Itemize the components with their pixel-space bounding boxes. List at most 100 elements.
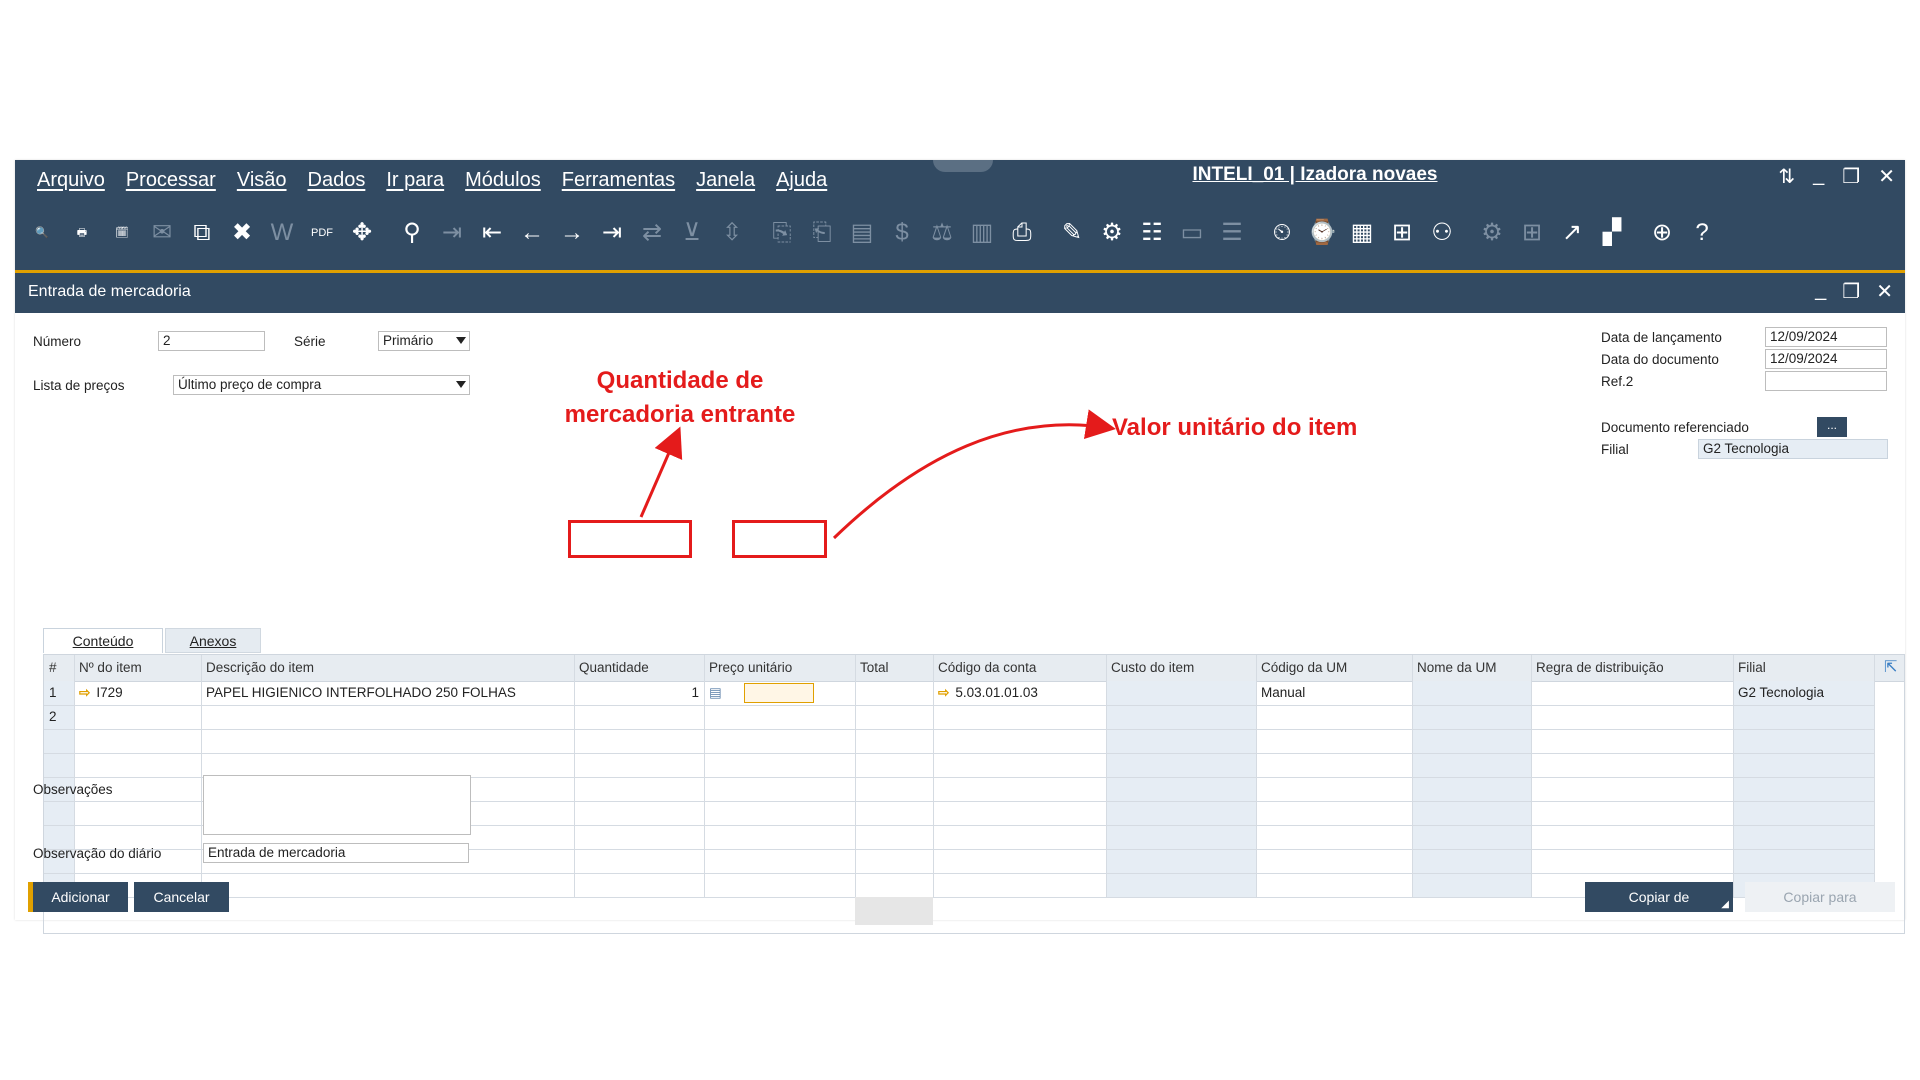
time-icon[interactable]: ⌚ bbox=[1307, 218, 1337, 248]
tab-anexos[interactable]: Anexos bbox=[165, 628, 261, 653]
close-icon[interactable]: ✕ bbox=[1878, 164, 1895, 189]
user-icon[interactable]: ⚇ bbox=[1427, 218, 1457, 248]
data-lancamento-field[interactable]: 12/09/2024 bbox=[1765, 327, 1887, 347]
sort-icon[interactable]: ⇅ bbox=[1778, 164, 1795, 189]
filter-icon[interactable]: ⊻ bbox=[677, 218, 707, 248]
adicionar-button[interactable]: Adicionar bbox=[28, 882, 128, 912]
next-record-icon[interactable]: → bbox=[557, 218, 587, 248]
grid-cell-desc[interactable]: PAPEL HIGIENICO INTERFOLHADO 250 FOLHAS bbox=[206, 681, 569, 705]
grid-icon[interactable]: ⊞ bbox=[1517, 218, 1547, 248]
grid-cell-account[interactable]: ⇨ 5.03.01.01.03 bbox=[938, 681, 1101, 705]
price-calc-icon[interactable]: ▤ bbox=[709, 685, 726, 700]
print-icon[interactable]: 🖶 bbox=[67, 218, 97, 248]
cancelar-button[interactable]: Cancelar bbox=[134, 882, 229, 912]
menu-item-2[interactable]: Visão bbox=[237, 169, 287, 192]
tab-conteudo[interactable]: Conteúdo bbox=[43, 628, 163, 653]
word-icon[interactable]: W bbox=[267, 218, 297, 248]
org-icon[interactable]: ⊞ bbox=[1387, 218, 1417, 248]
grid-cell-filial[interactable]: G2 Tecnologia bbox=[1738, 681, 1869, 705]
balance-icon[interactable]: ⚖ bbox=[927, 218, 957, 248]
numero-field[interactable]: 2 bbox=[158, 331, 265, 351]
observacoes-field[interactable] bbox=[203, 775, 471, 835]
expand-grid-icon[interactable]: ⇱ bbox=[1879, 655, 1897, 681]
collapse-handle[interactable] bbox=[933, 160, 993, 172]
copy-icon[interactable]: ⧉ bbox=[187, 218, 217, 248]
copiar-de-button[interactable]: Copiar de ◢ bbox=[1585, 882, 1733, 912]
print-layout-icon[interactable]: 🗓 bbox=[107, 218, 137, 248]
column-header[interactable]: Preço unitário bbox=[704, 655, 855, 681]
base-doc-icon[interactable]: ⎘ bbox=[767, 218, 797, 248]
column-header[interactable]: Nome da UM bbox=[1412, 655, 1531, 681]
export-icon[interactable]: ↗ bbox=[1557, 218, 1587, 248]
menu-item-4[interactable]: Ir para bbox=[386, 169, 444, 192]
menu-item-0[interactable]: Arquivo bbox=[37, 169, 105, 192]
report-icon[interactable]: ⎙ bbox=[1007, 218, 1037, 248]
preview-icon[interactable]: 🔍 bbox=[27, 218, 57, 248]
journal-icon[interactable]: ▥ bbox=[967, 218, 997, 248]
serie-select[interactable]: Primário bbox=[378, 331, 470, 351]
column-header[interactable]: Regra de distribuição bbox=[1531, 655, 1733, 681]
chat-icon[interactable]: ☰ bbox=[1217, 218, 1247, 248]
menu-item-1[interactable]: Processar bbox=[126, 169, 216, 192]
layout-icon[interactable]: ▤ bbox=[847, 218, 877, 248]
close-icon[interactable]: ✕ bbox=[1876, 279, 1893, 304]
menu-item-6[interactable]: Ferramentas bbox=[562, 169, 675, 192]
sort-icon[interactable]: ⇳ bbox=[717, 218, 747, 248]
minimize-icon[interactable]: _ bbox=[1813, 164, 1824, 189]
grid-cell-price[interactable]: ▤ bbox=[709, 681, 850, 705]
ref2-field[interactable] bbox=[1765, 371, 1887, 391]
column-header[interactable]: Nº do item bbox=[74, 655, 201, 681]
last-record-icon[interactable]: ⇥ bbox=[597, 218, 627, 248]
email-icon[interactable]: ✉ bbox=[147, 218, 177, 248]
find-icon[interactable]: ⚲ bbox=[397, 218, 427, 248]
company-title[interactable]: INTELI_01 | Izadora novaes bbox=[1165, 164, 1465, 186]
column-header[interactable]: Filial bbox=[1733, 655, 1874, 681]
column-header[interactable]: Total bbox=[855, 655, 933, 681]
menu-item-7[interactable]: Janela bbox=[696, 169, 755, 192]
unit-price-input[interactable] bbox=[743, 683, 814, 704]
annotation-quantity: Quantidade de mercadoria entrante bbox=[530, 364, 830, 432]
link-arrow-icon[interactable]: ⇨ bbox=[938, 681, 949, 705]
menu-item-3[interactable]: Dados bbox=[308, 169, 366, 192]
grid-cell-item[interactable]: ⇨ I729 bbox=[79, 681, 196, 705]
switch-icon[interactable]: ⇄ bbox=[637, 218, 667, 248]
payment-icon[interactable]: $ bbox=[887, 218, 917, 248]
target-doc-icon[interactable]: ⎗ bbox=[807, 218, 837, 248]
column-header[interactable]: Descrição do item bbox=[201, 655, 574, 681]
move-icon[interactable]: ✥ bbox=[347, 218, 377, 248]
first-record-icon[interactable]: ⇤ bbox=[477, 218, 507, 248]
link-arrow-icon[interactable]: ⇨ bbox=[79, 681, 90, 705]
calculator-icon[interactable]: ▦ bbox=[1347, 218, 1377, 248]
web-icon[interactable]: ⊕ bbox=[1647, 218, 1677, 248]
excel-icon[interactable]: ✖ bbox=[227, 218, 257, 248]
documento-referenciado-button[interactable]: ... bbox=[1817, 417, 1847, 437]
data-documento-field[interactable]: 12/09/2024 bbox=[1765, 349, 1887, 369]
form-settings-icon[interactable]: ☷ bbox=[1137, 218, 1167, 248]
settings-icon[interactable]: ⚙ bbox=[1097, 218, 1127, 248]
column-header[interactable]: # bbox=[44, 655, 74, 681]
add-row-icon[interactable]: ⇥ bbox=[437, 218, 467, 248]
pdf-icon[interactable]: PDF bbox=[307, 218, 337, 248]
message-icon[interactable]: ▭ bbox=[1177, 218, 1207, 248]
help-icon[interactable]: ? bbox=[1687, 218, 1717, 248]
grid-cell-qty[interactable]: 1 bbox=[579, 681, 699, 705]
column-header[interactable]: Código da conta bbox=[933, 655, 1106, 681]
lista-precos-select[interactable]: Último preço de compra bbox=[173, 375, 470, 395]
horizontal-scroll-thumb[interactable] bbox=[855, 897, 933, 925]
restore-icon[interactable]: ❐ bbox=[1842, 164, 1860, 189]
restore-icon[interactable]: ❐ bbox=[1842, 279, 1860, 304]
alert-icon[interactable]: ⏲ bbox=[1267, 218, 1297, 248]
filial-field[interactable]: G2 Tecnologia bbox=[1698, 439, 1888, 459]
observacao-diario-field[interactable]: Entrada de mercadoria bbox=[203, 843, 469, 863]
grid-cell-um_code[interactable]: Manual bbox=[1261, 681, 1407, 705]
menu-item-8[interactable]: Ajuda bbox=[776, 169, 827, 192]
column-header[interactable]: Quantidade bbox=[574, 655, 704, 681]
column-header[interactable]: Custo do item bbox=[1106, 655, 1256, 681]
edit-icon[interactable]: ✎ bbox=[1057, 218, 1087, 248]
menu-item-5[interactable]: Módulos bbox=[465, 169, 541, 192]
previous-record-icon[interactable]: ← bbox=[517, 218, 547, 248]
column-header[interactable]: Código da UM bbox=[1256, 655, 1412, 681]
minimize-icon[interactable]: _ bbox=[1815, 279, 1826, 304]
gear-doc-icon[interactable]: ⚙ bbox=[1477, 218, 1507, 248]
chart-icon[interactable]: ▞ bbox=[1597, 218, 1627, 248]
